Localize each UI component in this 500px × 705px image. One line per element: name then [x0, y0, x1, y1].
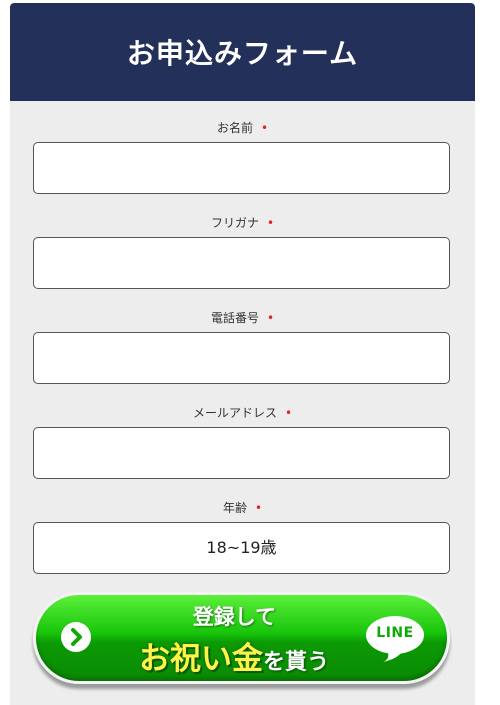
cta-line2: お祝い金を貰う	[139, 633, 329, 678]
required-mark: •	[254, 501, 263, 515]
furigana-input[interactable]	[33, 237, 450, 289]
line-badge-text: LINE	[376, 625, 414, 641]
phone-label: 電話番号 •	[10, 309, 475, 326]
email-input[interactable]	[33, 427, 450, 479]
age-label-text: 年齢	[222, 501, 247, 515]
name-label: お名前 •	[10, 119, 475, 136]
cta-suffix: を貰う	[263, 650, 330, 675]
email-label: メールアドレス •	[10, 404, 475, 421]
form-header: お申込みフォーム	[10, 3, 475, 101]
furigana-label-text: フリガナ	[210, 216, 259, 230]
age-select[interactable]: 18~19歳	[33, 522, 450, 574]
application-form: お申込みフォーム お名前 • フリガナ • 電話番号 • メールアドレス • 年齢 • 1…	[10, 3, 475, 705]
email-label-text: メールアドレス	[192, 406, 277, 420]
line-logo-icon: LINE	[365, 615, 425, 663]
register-line-button[interactable]: 登録して お祝い金を貰う LINE	[33, 592, 450, 684]
name-input[interactable]	[33, 142, 450, 194]
phone-input[interactable]	[33, 332, 450, 384]
age-label: 年齢 •	[10, 499, 475, 516]
required-mark: •	[266, 311, 275, 325]
name-label-text: お名前	[216, 121, 253, 135]
required-mark: •	[260, 121, 269, 135]
form-title: お申込みフォーム	[126, 37, 359, 70]
required-mark: •	[266, 216, 275, 230]
furigana-label: フリガナ •	[10, 214, 475, 231]
cta-emphasis: お祝い金	[139, 641, 263, 677]
required-mark: •	[284, 406, 293, 420]
phone-label-text: 電話番号	[210, 311, 259, 325]
